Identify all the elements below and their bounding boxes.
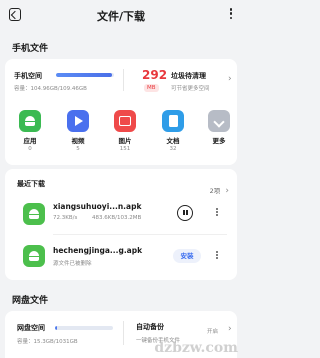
junk-label: 垃圾待清理 bbox=[171, 72, 206, 80]
section-title-local: 手机文件 bbox=[12, 44, 49, 54]
download-progress: 483.6KB/103.2MB bbox=[92, 215, 142, 221]
more-options-icon[interactable] bbox=[228, 8, 234, 22]
document-icon bbox=[162, 110, 184, 132]
category-count: 32 bbox=[169, 146, 177, 152]
category-documents[interactable]: 文档 32 bbox=[155, 110, 191, 152]
cloud-storage-bar-fill bbox=[55, 326, 57, 330]
picture-icon bbox=[114, 110, 136, 132]
storage-label: 手机空间 bbox=[14, 72, 42, 80]
cloud-storage-panel[interactable]: 网盘空间 容量：15.3GB/1031GB bbox=[5, 311, 123, 351]
storage-capacity: 容量：104.96GB/109.46GB bbox=[14, 86, 87, 92]
list-item[interactable]: hechengjinga...g.apk 源文件已被删除 安装 bbox=[5, 237, 237, 275]
local-files-card: 手机空间 容量：104.96GB/109.46GB 292 MB 垃圾待清理 可… bbox=[5, 59, 237, 165]
chevron-right-icon: › bbox=[228, 324, 232, 334]
top-bar: 文件/下载 bbox=[0, 0, 242, 32]
category-count: 151 bbox=[119, 146, 131, 152]
category-pictures[interactable]: 图片 151 bbox=[107, 110, 143, 152]
category-videos[interactable]: 视频 5 bbox=[60, 110, 96, 152]
kebab-menu-icon[interactable] bbox=[215, 251, 219, 261]
list-item[interactable]: xiangsuhuoyi...n.apk 72.3KB/s 483.6KB/10… bbox=[5, 195, 237, 231]
download-name: hechengjinga...g.apk bbox=[53, 246, 143, 255]
storage-panel[interactable]: 手机空间 容量：104.96GB/109.46GB bbox=[5, 59, 123, 97]
recent-downloads-title: 最近下载 bbox=[17, 180, 45, 188]
recent-downloads-card: 最近下载 2项 › xiangsuhuoyi...n.apk 72.3KB/s … bbox=[5, 169, 237, 280]
auto-backup-status: 开启 bbox=[207, 329, 219, 335]
more-icon bbox=[208, 110, 230, 132]
android-icon bbox=[23, 245, 45, 267]
section-title-cloud: 网盘文件 bbox=[12, 296, 49, 306]
chevron-right-icon: › bbox=[228, 74, 232, 84]
watermark: dzbzw.com bbox=[154, 340, 238, 356]
category-more[interactable]: 更多 bbox=[201, 110, 237, 146]
junk-cleanup-panel[interactable]: 292 MB 垃圾待清理 可节省更多空间 › bbox=[124, 59, 237, 97]
download-speed: 72.3KB/s bbox=[53, 215, 78, 221]
junk-unit-badge: MB bbox=[144, 84, 159, 92]
junk-value: 292 bbox=[142, 68, 168, 82]
cloud-capacity: 容量：15.3GB/1031GB bbox=[17, 339, 78, 345]
kebab-menu-icon[interactable] bbox=[215, 208, 219, 218]
category-label: 应用 bbox=[23, 137, 37, 145]
auto-backup-label: 自动备份 bbox=[136, 323, 164, 331]
category-apps[interactable]: 应用 0 bbox=[12, 110, 48, 152]
cloud-storage-bar bbox=[55, 326, 113, 330]
category-label: 文档 bbox=[166, 137, 180, 145]
android-icon bbox=[19, 110, 41, 132]
android-icon bbox=[23, 203, 45, 225]
video-icon bbox=[67, 110, 89, 132]
category-label: 图片 bbox=[118, 137, 132, 145]
category-label: 视频 bbox=[71, 137, 85, 145]
category-label: 更多 bbox=[212, 137, 226, 145]
download-name: xiangsuhuoyi...n.apk bbox=[53, 202, 142, 211]
category-count: 0 bbox=[28, 146, 32, 152]
recent-count: 2项 bbox=[209, 187, 221, 195]
storage-bar bbox=[56, 73, 114, 77]
page-title: 文件/下载 bbox=[96, 10, 146, 23]
divider bbox=[53, 234, 227, 235]
pause-button[interactable] bbox=[177, 205, 193, 221]
install-button[interactable]: 安装 bbox=[173, 249, 201, 263]
storage-bar-fill bbox=[56, 73, 112, 77]
download-status: 源文件已被删除 bbox=[53, 261, 92, 267]
junk-sub: 可节省更多空间 bbox=[171, 86, 210, 92]
cloud-storage-label: 网盘空间 bbox=[17, 324, 45, 332]
category-count: 5 bbox=[76, 146, 80, 152]
